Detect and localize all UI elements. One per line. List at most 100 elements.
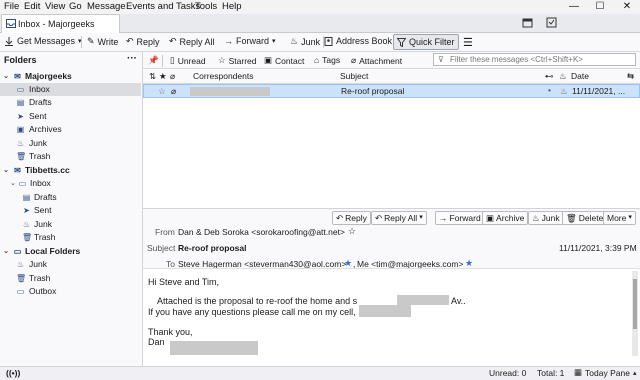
account-local-folders[interactable]: ⌄ ▭ Local Folders	[0, 245, 141, 258]
reply-all-button[interactable]: ↶ Reply All	[169, 36, 215, 47]
maximize-button[interactable]: ☐	[587, 0, 613, 14]
get-messages-button[interactable]: Get Messages ▾	[4, 36, 82, 46]
inbox-icon: ▭	[18, 179, 27, 188]
minimize-button[interactable]: —	[561, 0, 587, 14]
menu-file[interactable]: File	[4, 1, 19, 12]
redacted-signature	[170, 341, 258, 355]
subject-value: Re-roof proposal	[178, 243, 247, 253]
reply-button[interactable]: ↶ Reply	[126, 36, 160, 47]
tasks-icon[interactable]	[546, 17, 557, 28]
flame-icon: ♨	[290, 36, 299, 46]
today-pane-toggle[interactable]: ▦ Today Pane ▴	[574, 367, 636, 378]
msg-archive-button[interactable]: ▣ Archive	[482, 211, 529, 225]
body-greeting: Hi Steve and Tim,	[148, 277, 220, 287]
filter-attachment-button[interactable]: ⌀ Attachment	[351, 55, 402, 66]
body-sign: Dan	[148, 337, 165, 347]
folder-pane-menu-icon[interactable]: ···	[127, 53, 137, 64]
menu-edit[interactable]: Edit	[24, 1, 40, 12]
folder-inbox-tibbetts[interactable]: ⌄ ▭ Inbox	[0, 177, 141, 190]
inbox-icon	[6, 19, 16, 28]
attachment-column-icon[interactable]: ⌀	[170, 71, 175, 82]
column-date[interactable]: Date	[571, 71, 589, 81]
filter-unread-button[interactable]: ▯ Unread	[170, 55, 206, 66]
folder-sent-majorgeeks[interactable]: ➤ Sent	[0, 110, 141, 123]
inbox-icon: ▭	[16, 85, 25, 94]
menu-help[interactable]: Help	[222, 1, 242, 12]
msg-junk-label: Junk	[541, 213, 560, 223]
forward-label: Forward	[236, 36, 270, 46]
junk-column-icon[interactable]: ♨	[559, 71, 567, 82]
quick-filter-button[interactable]: Quick Filter	[393, 34, 459, 50]
star-icon[interactable]: ☆	[158, 86, 166, 97]
folder-label: Trash	[29, 151, 51, 161]
forward-button[interactable]: → Forward ▾	[224, 36, 276, 46]
folder-drafts-tibbetts[interactable]: ▤ Drafts	[0, 191, 141, 204]
account-majorgeeks[interactable]: ⌄ ✉ Majorgeeks	[0, 70, 141, 83]
filter-starred-button[interactable]: ☆ Starred	[218, 55, 257, 66]
sent-icon: ➤	[23, 206, 30, 215]
menu-view[interactable]: View	[45, 1, 65, 12]
message-date: 11/11/2021, ...	[572, 86, 626, 96]
folder-trash-majorgeeks[interactable]: 🗑 Trash	[0, 150, 141, 163]
flame-icon[interactable]: ♨	[560, 86, 568, 97]
column-correspondents[interactable]: Correspondents	[193, 71, 253, 81]
pin-icon[interactable]: 📌	[148, 55, 159, 66]
app-menu-button[interactable]: ☰	[463, 36, 473, 49]
chevron-down-icon: ▾	[628, 214, 632, 221]
body-line-1-end: Av..	[451, 296, 466, 306]
folder-junk-local[interactable]: ♨ Junk	[0, 258, 141, 271]
unread-column-icon[interactable]: ⊷	[545, 71, 554, 82]
paperclip-icon: ⌀	[171, 86, 177, 96]
scrollbar[interactable]	[632, 271, 638, 356]
filter-contact-button[interactable]: ▣ Contact	[264, 55, 304, 66]
message-row[interactable]: ☆ ⌀ Re-roof proposal • ♨ 11/11/2021, ...	[143, 84, 640, 98]
msg-forward-button[interactable]: → Forward	[435, 211, 485, 225]
folder-outbox-local[interactable]: ▭ Outbox	[0, 285, 141, 298]
calendar-icon: ▦	[574, 367, 583, 377]
write-button[interactable]: ✎ Write	[87, 36, 118, 47]
tab-inbox-majorgeeks[interactable]: Inbox - Majorgeeks	[1, 14, 120, 33]
filter-messages-input[interactable]: ⊽ Filter these messages <Ctrl+Shift+K>	[433, 53, 636, 66]
quick-filter-label: Quick Filter	[409, 37, 455, 47]
thread-column-icon[interactable]: ⇅	[149, 71, 156, 82]
folder-trash-tibbetts[interactable]: 🗑 Trash	[0, 231, 141, 244]
address-book-button[interactable]: Address Book	[324, 36, 392, 46]
msg-reply-button[interactable]: ↶ Reply	[332, 211, 371, 225]
folder-label: Junk	[29, 259, 47, 269]
from-value[interactable]: Dan & Deb Soroka <sorokaroofing@att.net>	[178, 227, 345, 237]
menu-message[interactable]: Message	[87, 1, 126, 12]
star-icon[interactable]: ☆	[348, 226, 356, 237]
msg-more-label: More	[607, 213, 627, 223]
msg-junk-button[interactable]: ♨ Junk	[528, 211, 564, 225]
filter-tags-button[interactable]: ⌂ Tags	[314, 55, 340, 65]
folder-junk-majorgeeks[interactable]: ♨ Junk	[0, 137, 141, 150]
online-status-icon[interactable]: ((•))	[6, 368, 20, 378]
folder-junk-tibbetts[interactable]: ♨ Junk	[0, 218, 141, 231]
flame-icon: ♨	[532, 213, 540, 223]
menu-events-and-tasks[interactable]: Events and Tasks	[126, 1, 200, 12]
account-tibbetts[interactable]: ⌄ ✉ Tibbetts.cc	[0, 164, 141, 177]
folder-archives-majorgeeks[interactable]: ▣ Archives	[0, 123, 141, 136]
star-column-icon[interactable]: ★	[159, 71, 167, 82]
column-subject[interactable]: Subject	[340, 71, 368, 81]
chevron-down-icon: ▾	[419, 214, 423, 221]
folder-inbox-majorgeeks[interactable]: ▭ Inbox	[0, 83, 141, 96]
read-status-icon[interactable]: •	[548, 85, 551, 95]
folder-trash-local[interactable]: 🗑 Trash	[0, 272, 141, 285]
close-window-button[interactable]: ✕	[614, 0, 640, 14]
message-body: Hi Steve and Tim, Attached is the propos…	[143, 268, 640, 367]
msg-reply-all-button[interactable]: ↶ Reply All ▾	[371, 211, 427, 225]
tag-icon: ⌂	[314, 55, 320, 65]
menu-go[interactable]: Go	[69, 1, 82, 12]
calendar-icon[interactable]	[522, 17, 533, 28]
msg-delete-button[interactable]: 🗑 Delete	[562, 211, 608, 225]
menu-tools[interactable]: Tools	[195, 1, 217, 12]
column-picker-icon[interactable]: ⇆	[627, 71, 634, 82]
folder-drafts-majorgeeks[interactable]: ▤ Drafts	[0, 96, 141, 109]
folder-sent-tibbetts[interactable]: ➤ Sent	[0, 204, 141, 217]
junk-button[interactable]: ♨ Junk	[290, 36, 320, 47]
msg-delete-label: Delete	[578, 213, 604, 223]
chevron-down-icon: ⌄	[3, 248, 9, 255]
msg-more-button[interactable]: More ▾	[603, 211, 636, 225]
scrollbar-thumb[interactable]	[633, 279, 637, 329]
